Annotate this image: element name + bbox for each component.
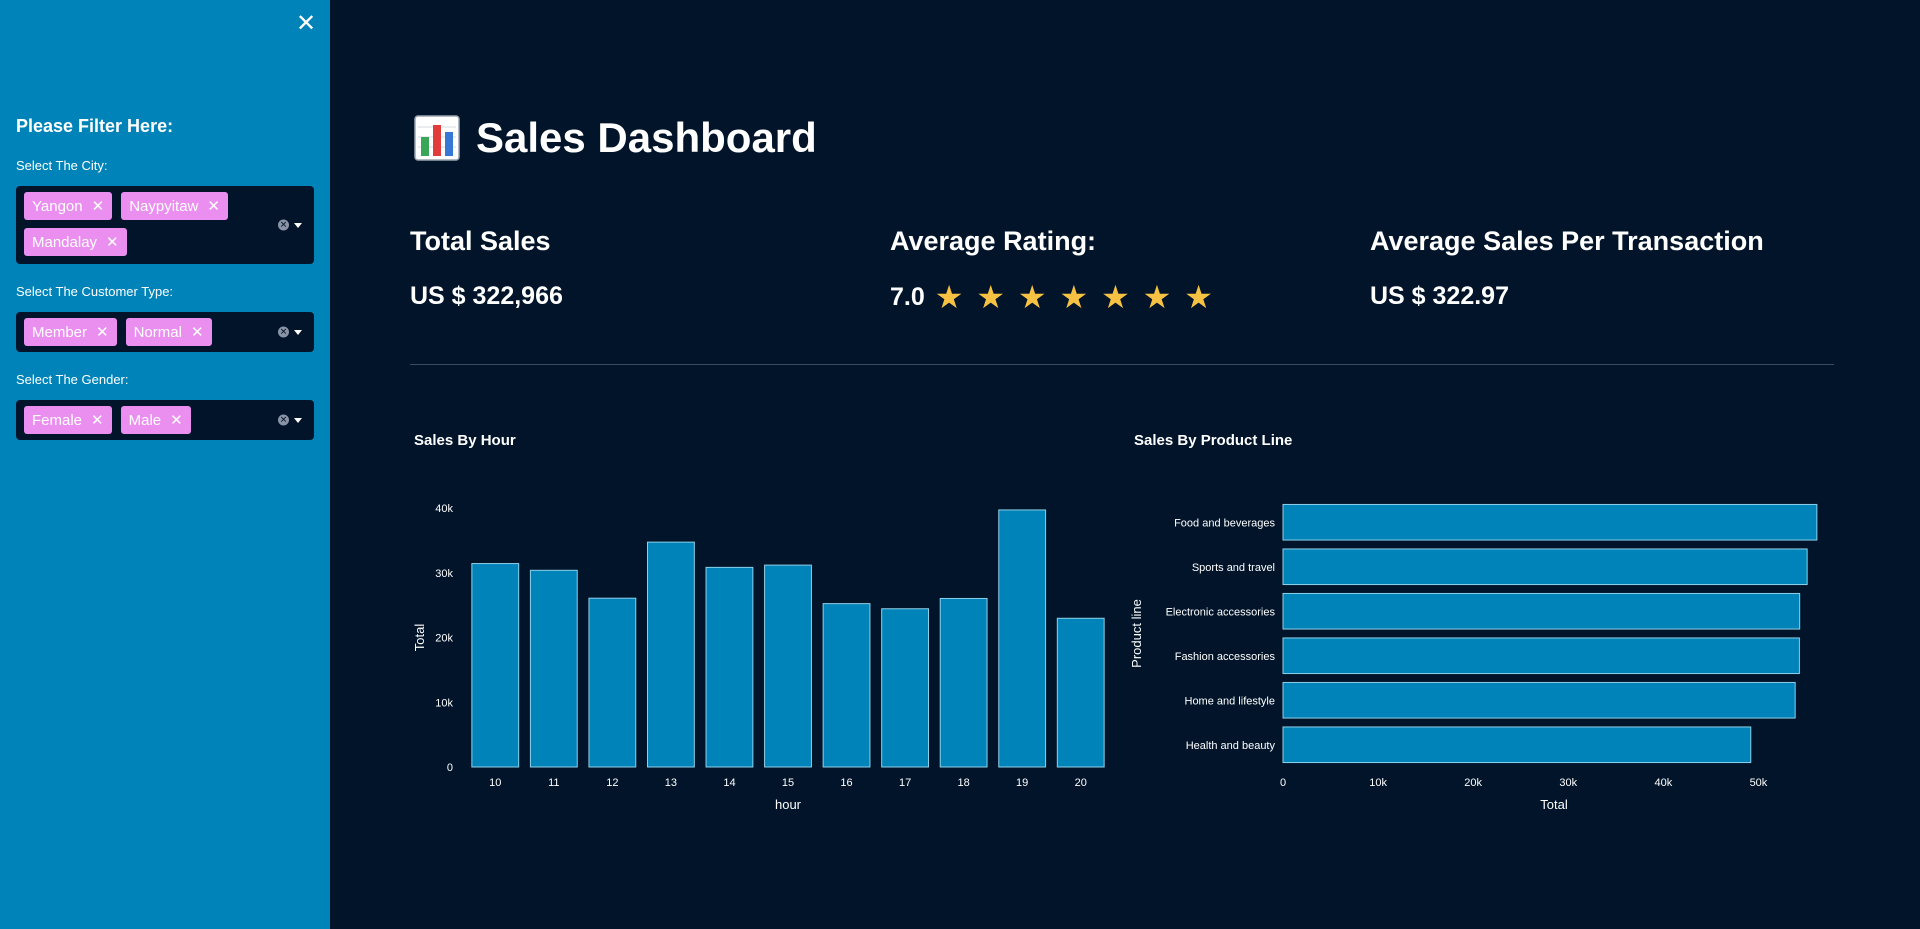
gender-filter-label: Select The Gender: [16,372,129,387]
rating-stars: ★ ★ ★ ★ ★ ★ ★ [934,279,1215,315]
y-tick-label: 40k [435,503,453,515]
y-axis-label: Total [412,624,427,652]
x-axis-label: hour [775,797,802,812]
tag-yangon: Yangon ✕ [24,192,113,220]
chevron-down-icon[interactable] [294,330,302,335]
x-tick-label: 18 [958,777,970,789]
y-tick-label: 10k [435,697,453,709]
x-tick-label: 14 [723,777,735,789]
y-tick-label: 30k [435,568,453,580]
bar [1282,726,1752,764]
divider [410,364,1834,365]
x-tick-label: 13 [665,777,677,789]
bar [646,541,695,768]
y-axis-label: Product line [1129,599,1144,668]
remove-tag-icon[interactable]: ✕ [96,323,109,341]
average-rating-value: 7.0 [890,282,925,311]
tag-naypyitaw: Naypyitaw ✕ [121,192,228,220]
remove-tag-icon[interactable]: ✕ [91,411,104,429]
x-tick-label: 17 [899,777,911,789]
y-tick-label: 0 [447,762,453,774]
bar [881,608,930,768]
city-multiselect[interactable]: Yangon ✕ Naypyitaw ✕ Mandalay ✕ ✕ [16,186,314,264]
bar [1056,617,1105,768]
x-axis-label: Total [1540,797,1568,812]
sales-by-product-line-chart: Food and beverages Sports and travel Elect… [1129,503,1818,812]
avg-sales-per-transaction-value: US $ 322.97 [1370,282,1509,310]
tag-member: Member ✕ [24,318,117,346]
x-tick-label: 16 [840,777,852,789]
average-rating: 7.0 ★ ★ ★ ★ ★ ★ ★ [890,280,1223,314]
x-tick-label: 20k [1464,777,1482,789]
clear-icon[interactable]: ✕ [278,219,289,231]
x-tick-label: 19 [1016,777,1028,789]
bar [822,603,871,768]
y-tick-label: Health and beauty [1186,740,1276,752]
bar [1282,548,1808,586]
close-icon[interactable]: ✕ [296,12,316,36]
filter-header: Please Filter Here: [16,116,174,136]
bar [529,569,578,768]
y-tick-label: Fashion accessories [1175,651,1276,663]
x-tick-label: 10 [489,777,501,789]
y-tick-label: Home and lifestyle [1185,695,1276,707]
x-tick-label: 30k [1559,777,1577,789]
total-sales-label: Total Sales [410,226,551,256]
avg-sales-per-transaction-label: Average Sales Per Transaction [1370,226,1764,256]
tag-female: Female ✕ [24,406,112,434]
bar [1282,592,1801,630]
bar [705,566,754,768]
average-rating-label: Average Rating: [890,226,1097,256]
x-tick-label: 50k [1750,777,1768,789]
remove-tag-icon[interactable]: ✕ [207,197,220,215]
bar [1282,637,1800,675]
tag-mandalay: Mandalay ✕ [24,228,127,256]
chevron-down-icon[interactable] [294,418,302,423]
sales-by-hour-chart: 0 10k 20k 30k 40k 10 11 12 13 14 15 16 17 18 19 20 hour T… [412,503,1105,812]
bar [471,563,520,768]
gender-multiselect[interactable]: Female ✕ Male ✕ ✕ [16,400,314,440]
x-tick-label: 10k [1369,777,1387,789]
sales-by-product-line-title: Sales By Product Line [1134,432,1293,449]
remove-tag-icon[interactable]: ✕ [170,411,183,429]
clear-icon[interactable]: ✕ [278,326,289,338]
x-tick-label: 0 [1280,777,1286,789]
bar [1282,681,1796,719]
y-tick-label: Food and beverages [1174,517,1275,529]
customer-type-filter-label: Select The Customer Type: [16,284,174,299]
x-tick-label: 20 [1075,777,1087,789]
y-tick-label: Electronic accessories [1166,606,1276,618]
x-tick-label: 12 [606,777,618,789]
bar [939,597,988,768]
sidebar: ✕ Please Filter Here: Select The City: Y… [0,0,330,929]
tag-male: Male ✕ [120,406,191,434]
x-tick-label: 11 [548,777,559,789]
city-filter-label: Select The City: [16,158,108,173]
x-tick-label: 40k [1654,777,1672,789]
clear-icon[interactable]: ✕ [278,414,289,426]
y-tick-label: Sports and travel [1192,562,1275,574]
bar [1282,503,1818,541]
bar [998,509,1047,768]
x-tick-label: 15 [782,777,794,789]
page-title-text: Sales Dashboard [476,114,817,161]
bar [588,597,637,768]
y-tick-label: 20k [435,633,453,645]
tag-normal: Normal ✕ [125,318,212,346]
chevron-down-icon[interactable] [294,223,302,228]
bar-chart-icon [414,115,460,161]
bar [764,564,812,768]
page-title: Sales Dashboard [414,114,817,162]
sales-by-hour-title: Sales By Hour [414,432,516,449]
total-sales-value: US $ 322,966 [410,282,563,310]
remove-tag-icon[interactable]: ✕ [92,197,105,215]
remove-tag-icon[interactable]: ✕ [191,323,204,341]
remove-tag-icon[interactable]: ✕ [106,233,119,251]
customer-type-multiselect[interactable]: Member ✕ Normal ✕ ✕ [16,312,314,352]
